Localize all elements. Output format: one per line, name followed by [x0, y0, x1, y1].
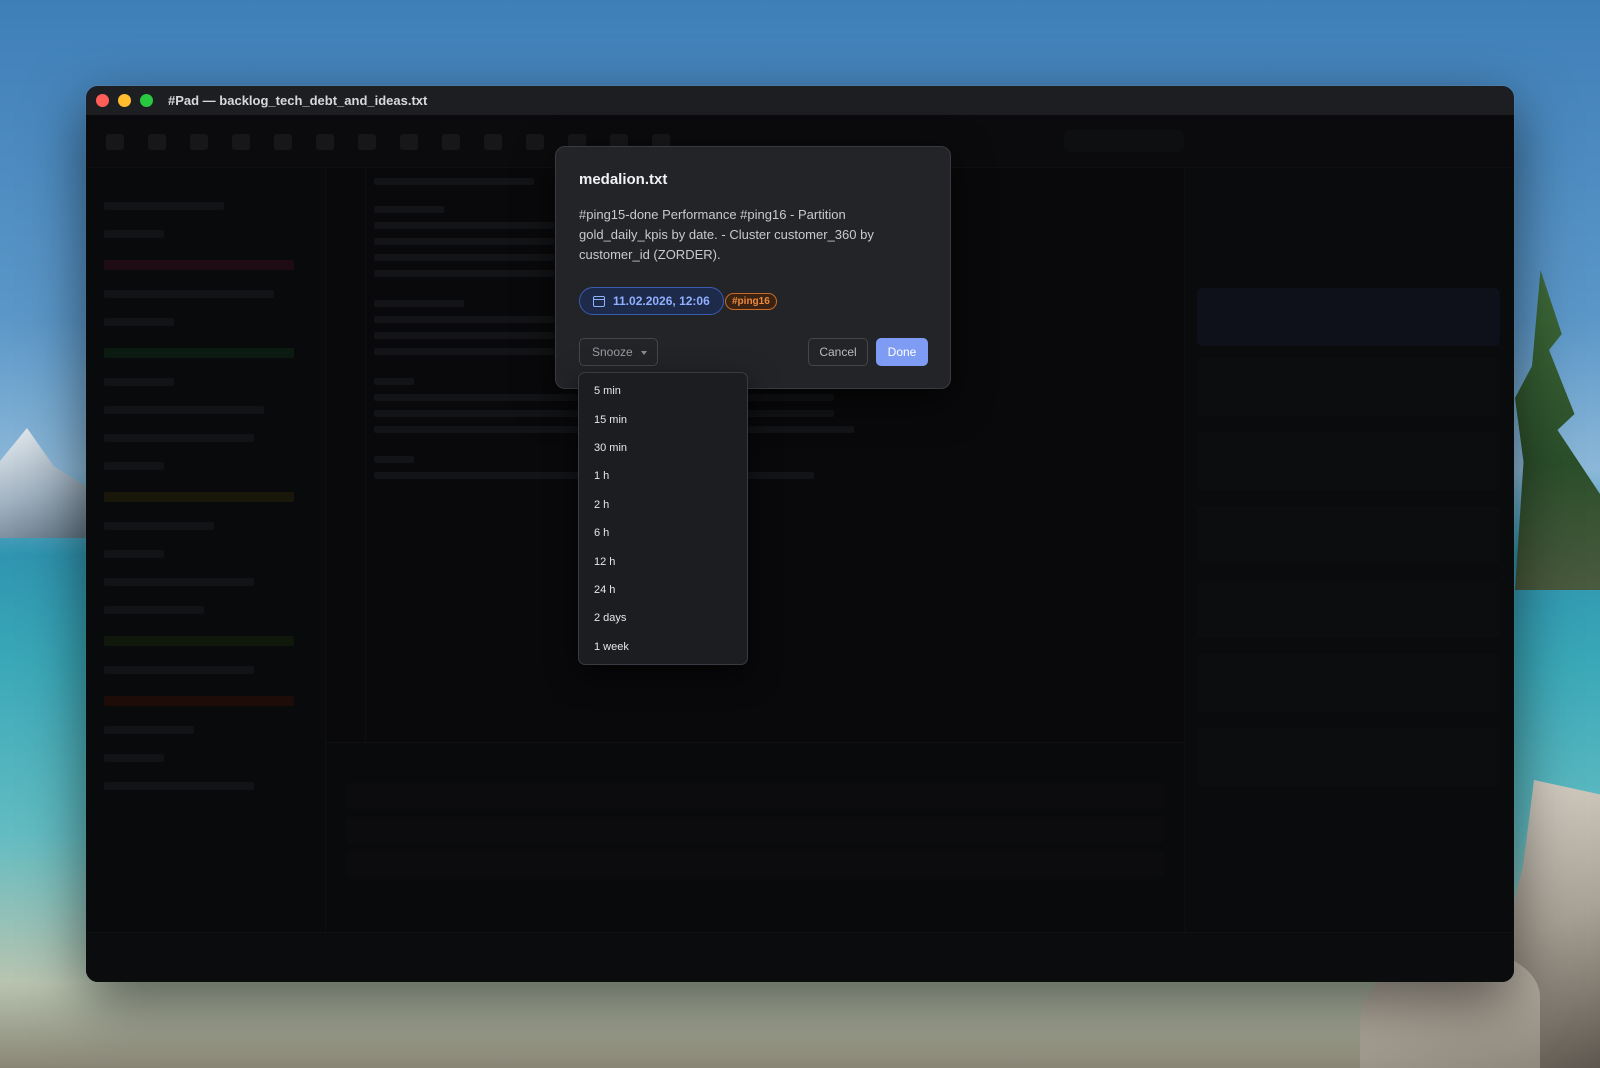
wallpaper-mountain	[0, 428, 90, 538]
snooze-option[interactable]: 15 min	[579, 405, 747, 433]
done-button[interactable]: Done	[876, 338, 928, 366]
wallpaper-trees	[1515, 270, 1600, 590]
snooze-option[interactable]: 6 h	[579, 519, 747, 547]
snooze-option[interactable]: 1 week	[579, 633, 747, 661]
snooze-option[interactable]: 5 min	[579, 377, 747, 405]
snooze-option[interactable]: 2 days	[579, 604, 747, 632]
snooze-menu: 5 min 15 min 30 min 1 h 2 h 6 h 12 h 24 …	[578, 372, 748, 665]
title-bar: #Pad — backlog_tech_debt_and_ideas.txt	[86, 86, 1514, 116]
reminder-date-badge[interactable]: 11.02.2026, 12:06	[579, 287, 724, 315]
snooze-option[interactable]: 2 h	[579, 491, 747, 519]
snooze-dropdown[interactable]: Snooze	[579, 338, 658, 366]
calendar-icon	[593, 295, 605, 307]
chevron-down-icon	[641, 351, 647, 355]
tag-badge: #ping16	[725, 293, 777, 310]
zoom-window-button[interactable]	[140, 94, 153, 107]
snooze-option[interactable]: 30 min	[579, 434, 747, 462]
cancel-button[interactable]: Cancel	[808, 338, 868, 366]
dialog-title: medalion.txt	[579, 171, 668, 188]
close-window-button[interactable]	[96, 94, 109, 107]
snooze-option[interactable]: 1 h	[579, 462, 747, 490]
window-title: #Pad — backlog_tech_debt_and_ideas.txt	[168, 93, 428, 108]
snooze-option[interactable]: 12 h	[579, 547, 747, 575]
reminder-dialog: medalion.txt #ping15-done Performance #p…	[555, 146, 951, 389]
dialog-message: #ping15-done Performance #ping16 - Parti…	[579, 207, 874, 262]
snooze-option[interactable]: 24 h	[579, 576, 747, 604]
minimize-window-button[interactable]	[118, 94, 131, 107]
reminder-date-text: 11.02.2026, 12:06	[613, 294, 710, 308]
snooze-label: Snooze	[592, 345, 633, 359]
